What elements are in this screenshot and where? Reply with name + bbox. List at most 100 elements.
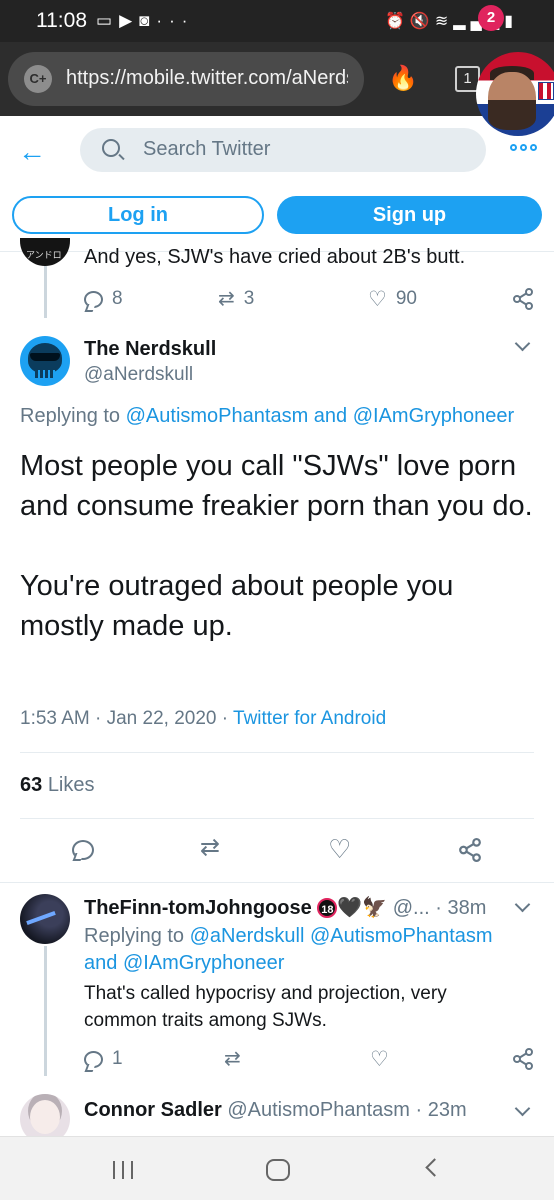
divider xyxy=(20,752,534,753)
meta-separator: · xyxy=(221,708,229,729)
avatar-beard xyxy=(488,100,536,130)
login-button[interactable]: Log in xyxy=(12,196,264,234)
address-bar[interactable]: C+ https://mobile.twitter.com/aNerdskull xyxy=(8,52,364,106)
mention-link[interactable]: @AutismoPhantasm xyxy=(310,925,493,947)
croatian-crest-icon xyxy=(538,82,554,100)
notification-icon: ▭ xyxy=(96,11,120,30)
share-button[interactable] xyxy=(512,284,534,314)
mute-icon: 🔇 xyxy=(409,13,435,30)
chevron-down-icon[interactable] xyxy=(514,335,531,352)
reply-icon xyxy=(84,1050,103,1068)
back-arrow-icon[interactable]: ← xyxy=(18,136,46,168)
signup-button[interactable]: Sign up xyxy=(277,196,542,234)
share-icon xyxy=(513,288,533,310)
reply-button[interactable]: 1 xyxy=(84,1044,123,1074)
likes-label: Likes xyxy=(47,774,95,796)
heart-icon: ♡ xyxy=(368,287,387,311)
mention-and[interactable]: and xyxy=(84,952,117,974)
reply-replying-to: Replying to @aNerdskull @AutismoPhantasm… xyxy=(84,923,514,977)
search-icon xyxy=(102,139,120,157)
recent-apps-icon[interactable] xyxy=(113,1161,135,1179)
like-button[interactable]: ♡ xyxy=(370,1044,389,1074)
status-notification-icons: ▭▶◙··· xyxy=(96,11,194,31)
retweet-icon: ⇄ xyxy=(218,288,235,310)
mention-link[interactable]: @AutismoPhantasm xyxy=(126,405,309,427)
reply-header: TheFinn-tomJohngoose 18 🖤🦅 @... · 38m xyxy=(84,895,486,920)
reply-header: Connor Sadler @AutismoPhantasm · 23m xyxy=(84,1099,467,1122)
divider xyxy=(20,818,534,819)
teeth-shape xyxy=(35,370,55,378)
author-handle[interactable]: @aNerdskull xyxy=(84,364,193,386)
share-icon xyxy=(459,838,481,862)
thread-line xyxy=(44,946,47,1076)
reply-text: That's called hypocrisy and projection, … xyxy=(84,983,447,1031)
prev-tweet-avatar[interactable] xyxy=(20,238,70,266)
notification-count-badge: 2 xyxy=(478,5,504,31)
clock: 11:08 xyxy=(36,9,87,32)
reply-time[interactable]: 23m xyxy=(428,1099,467,1121)
reply-count: 1 xyxy=(112,1048,123,1069)
more-options-icon[interactable] xyxy=(510,142,538,156)
replying-to: Replying to @AutismoPhantasm and @IAmGry… xyxy=(20,405,514,428)
browser-logo-icon: C+ xyxy=(24,65,52,93)
reply-button[interactable] xyxy=(72,840,94,865)
main-tweet-avatar[interactable] xyxy=(20,336,70,386)
reply-avatar[interactable] xyxy=(20,894,70,944)
reply-button[interactable]: 8 xyxy=(84,284,123,314)
likes-count: 63 xyxy=(20,774,43,796)
tweet-text: Most people you call "SJWs" love porn an… xyxy=(20,450,533,642)
tweet-date: Jan 22, 2020 xyxy=(106,708,217,729)
reply-author-handle[interactable]: @... xyxy=(393,897,430,919)
reply-icon xyxy=(84,290,103,308)
twitter-header: ← Search Twitter Log in Sign up xyxy=(0,116,554,252)
chevron-down-icon[interactable] xyxy=(514,896,531,913)
retweet-button[interactable]: ⇄ xyxy=(224,1044,241,1074)
retweet-icon: ⇄ xyxy=(200,834,221,861)
heart-icon: ♡ xyxy=(370,1047,389,1071)
tweet-time: 1:53 AM xyxy=(20,708,90,729)
mention-link[interactable]: @IAmGryphoneer xyxy=(353,405,514,427)
heart-icon: ♡ xyxy=(328,834,352,864)
likes-summary[interactable]: 63 Likes xyxy=(20,774,95,797)
mention-link[interactable]: @IAmGryphoneer xyxy=(123,952,284,974)
status-bar: 11:08 ▭▶◙··· ⏰🔇≋▂▄▆▮ xyxy=(0,0,554,42)
reply-count: 8 xyxy=(112,288,123,309)
share-button[interactable] xyxy=(512,1044,534,1074)
search-input[interactable]: Search Twitter xyxy=(80,128,486,172)
retweet-count: 3 xyxy=(243,288,255,309)
home-icon[interactable] xyxy=(266,1159,290,1181)
reply-author-handle[interactable]: @AutismoPhantasm xyxy=(227,1099,410,1121)
floating-chat-avatar[interactable] xyxy=(476,52,554,136)
mention-and[interactable]: and xyxy=(314,405,347,427)
discord-icon: ◙ xyxy=(139,11,157,30)
share-button[interactable] xyxy=(458,838,482,867)
like-button[interactable]: ♡ 90 xyxy=(368,284,417,314)
reply-author-name[interactable]: Connor Sadler xyxy=(84,1099,222,1121)
reply-separator: · xyxy=(415,1099,423,1121)
retweet-icon: ⇄ xyxy=(224,1048,241,1070)
reply-separator: · xyxy=(435,897,442,919)
system-nav-bar xyxy=(0,1136,554,1200)
author-name[interactable]: The Nerdskull xyxy=(84,338,216,361)
thread-line xyxy=(44,266,47,318)
mention-link[interactable]: @aNerdskull xyxy=(190,925,305,947)
alarm-icon: ⏰ xyxy=(384,13,410,30)
more-notifications: ··· xyxy=(156,11,195,30)
url-text[interactable]: https://mobile.twitter.com/aNerdskull xyxy=(66,67,348,90)
back-icon[interactable] xyxy=(425,1158,444,1177)
browser-toolbar: C+ https://mobile.twitter.com/aNerdskull… xyxy=(0,42,554,116)
screen: 11:08 ▭▶◙··· ⏰🔇≋▂▄▆▮ C+ https://mobile.t… xyxy=(0,0,554,1200)
like-button[interactable]: ♡ xyxy=(328,836,351,863)
sunglasses-shape xyxy=(30,353,60,361)
tweet-meta: 1:53 AM · Jan 22, 2020 · Twitter for And… xyxy=(20,708,386,730)
reply-author-name[interactable]: TheFinn-tomJohngoose xyxy=(84,897,312,919)
chevron-down-icon[interactable] xyxy=(514,1100,531,1117)
fire-icon[interactable]: 🔥 xyxy=(388,64,418,93)
main-tweet-actions: ⇄ ♡ xyxy=(0,836,554,868)
tweet-source-link[interactable]: Twitter for Android xyxy=(233,708,386,729)
retweet-button[interactable]: ⇄ xyxy=(200,836,220,860)
replying-prefix: Replying to xyxy=(84,925,185,947)
reply-time[interactable]: 38m xyxy=(447,897,486,919)
retweet-button[interactable]: ⇄ 3 xyxy=(218,284,254,314)
search-placeholder: Search Twitter xyxy=(143,138,271,160)
